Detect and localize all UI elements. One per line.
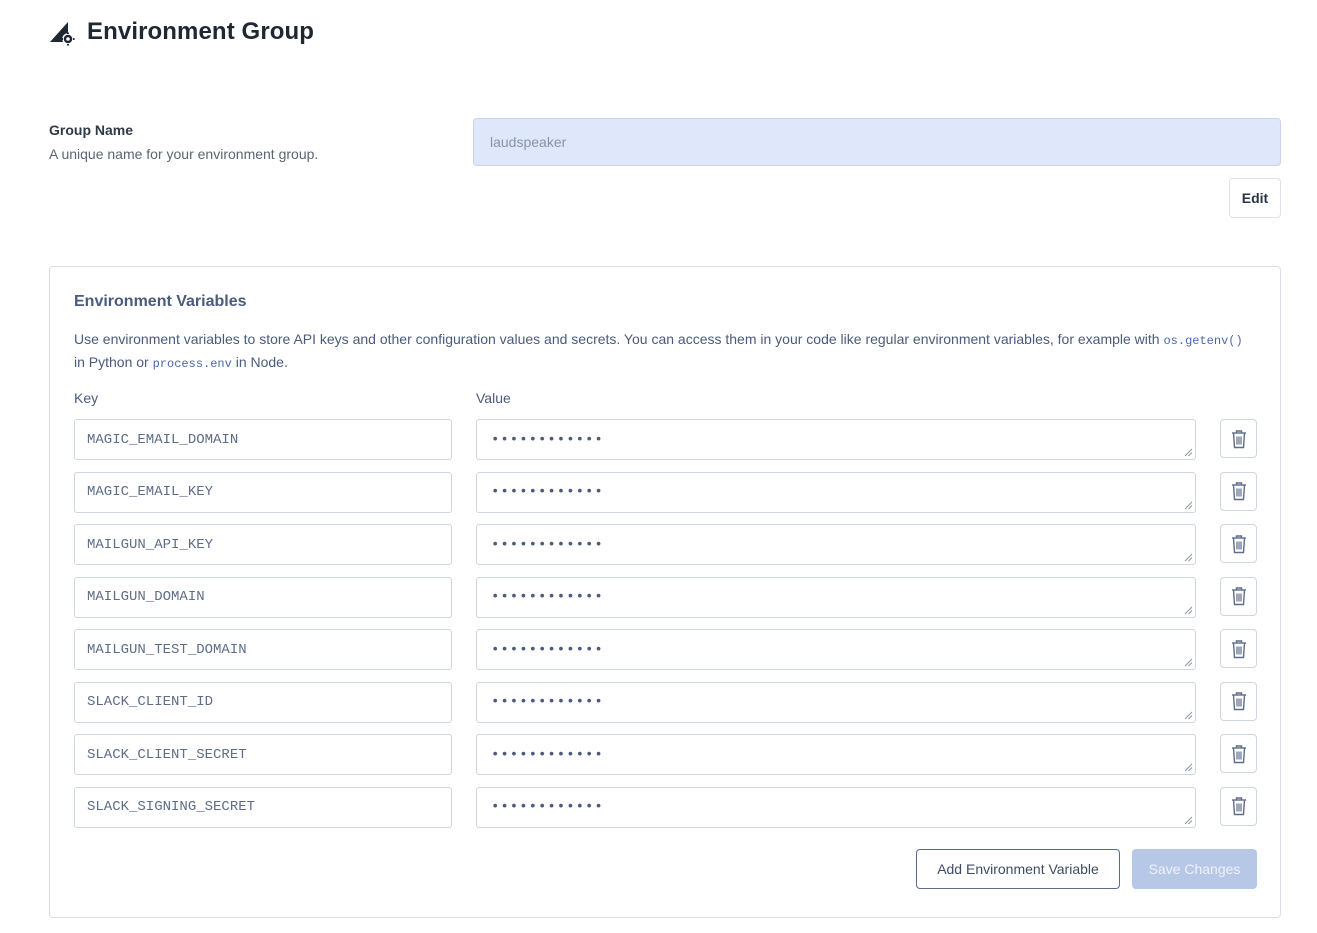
delete-variable-button[interactable] [1220,471,1257,511]
masked-value: •••••••••••• [491,799,604,815]
add-environment-variable-button[interactable]: Add Environment Variable [916,849,1120,889]
delete-variable-button[interactable] [1220,419,1257,458]
env-var-row: •••••••••••• [74,786,1257,840]
env-var-row: •••••••••••• [74,681,1257,735]
group-name-description: A unique name for your environment group… [49,146,319,162]
env-key-input[interactable] [74,471,452,513]
trash-icon [1231,639,1246,658]
env-value-input[interactable]: •••••••••••• [476,734,1196,775]
group-name-input[interactable] [473,118,1281,166]
env-var-row: •••••••••••• [74,734,1257,787]
trash-icon [1231,744,1246,763]
masked-value: •••••••••••• [491,694,604,710]
env-var-list: •••••••••••• •••••••••••• •••••••••••• ••••… [74,419,1257,839]
resize-handle-icon[interactable] [1184,448,1193,457]
env-value-input[interactable]: •••••••••••• [476,471,1196,513]
env-var-row: •••••••••••• [74,576,1257,630]
env-key-input[interactable] [74,734,452,775]
env-value-input[interactable]: •••••••••••• [476,786,1196,828]
trash-icon [1231,534,1246,553]
delete-variable-button[interactable] [1220,681,1257,721]
env-var-row: •••••••••••• [74,629,1257,682]
env-value-input[interactable]: •••••••••••• [476,419,1196,460]
resize-handle-icon[interactable] [1184,606,1193,615]
page-header: Environment Group [49,18,314,46]
environment-group-icon [50,22,75,46]
resize-handle-icon[interactable] [1184,816,1193,825]
masked-value: •••••••••••• [491,589,604,605]
resize-handle-icon[interactable] [1184,711,1193,720]
value-column-header: Value [476,390,511,406]
env-key-input[interactable] [74,419,452,460]
env-var-row: •••••••••••• [74,524,1257,577]
masked-value: •••••••••••• [491,484,604,500]
trash-icon [1231,587,1246,606]
description-text: in Node. [231,354,288,370]
trash-icon [1231,482,1246,501]
env-key-input[interactable] [74,576,452,618]
page-title: Environment Group [87,18,315,45]
env-key-input[interactable] [74,629,452,670]
delete-variable-button[interactable] [1220,629,1257,668]
code-snippet-node: process.env [152,357,232,371]
trash-icon [1231,692,1246,711]
environment-variables-card: Environment Variables Use environment va… [49,266,1281,918]
edit-button[interactable]: Edit [1229,178,1281,218]
env-var-row: •••••••••••• [74,419,1257,472]
masked-value: •••••••••••• [491,746,604,763]
trash-icon [1231,429,1246,448]
env-value-input[interactable]: •••••••••••• [476,681,1196,723]
section-title: Environment Variables [74,293,247,310]
env-value-input[interactable]: •••••••••••• [476,524,1196,565]
delete-variable-button[interactable] [1220,734,1257,773]
env-value-input[interactable]: •••••••••••• [476,576,1196,618]
resize-handle-icon[interactable] [1184,763,1193,772]
description-text: in Python or [74,354,153,370]
group-name-label: Group Name [49,122,134,138]
resize-handle-icon[interactable] [1184,658,1193,667]
delete-variable-button[interactable] [1220,576,1257,616]
env-value-input[interactable]: •••••••••••• [476,629,1196,670]
save-changes-button[interactable]: Save Changes [1132,849,1257,889]
masked-value: •••••••••••• [491,536,604,553]
description-text: Use environment variables to store API k… [74,331,1164,347]
env-key-input[interactable] [74,681,452,723]
env-key-input[interactable] [74,524,452,565]
key-column-header: Key [74,390,99,406]
env-var-row: •••••••••••• [74,471,1257,525]
delete-variable-button[interactable] [1220,524,1257,563]
resize-handle-icon[interactable] [1184,553,1193,562]
masked-value: •••••••••••• [491,431,604,448]
env-key-input[interactable] [74,786,452,828]
masked-value: •••••••••••• [491,641,604,658]
trash-icon [1231,797,1246,816]
code-snippet-python: os.getenv() [1163,334,1243,348]
section-description: Use environment variables to store API k… [74,329,1244,375]
resize-handle-icon[interactable] [1184,501,1193,510]
delete-variable-button[interactable] [1220,786,1257,826]
